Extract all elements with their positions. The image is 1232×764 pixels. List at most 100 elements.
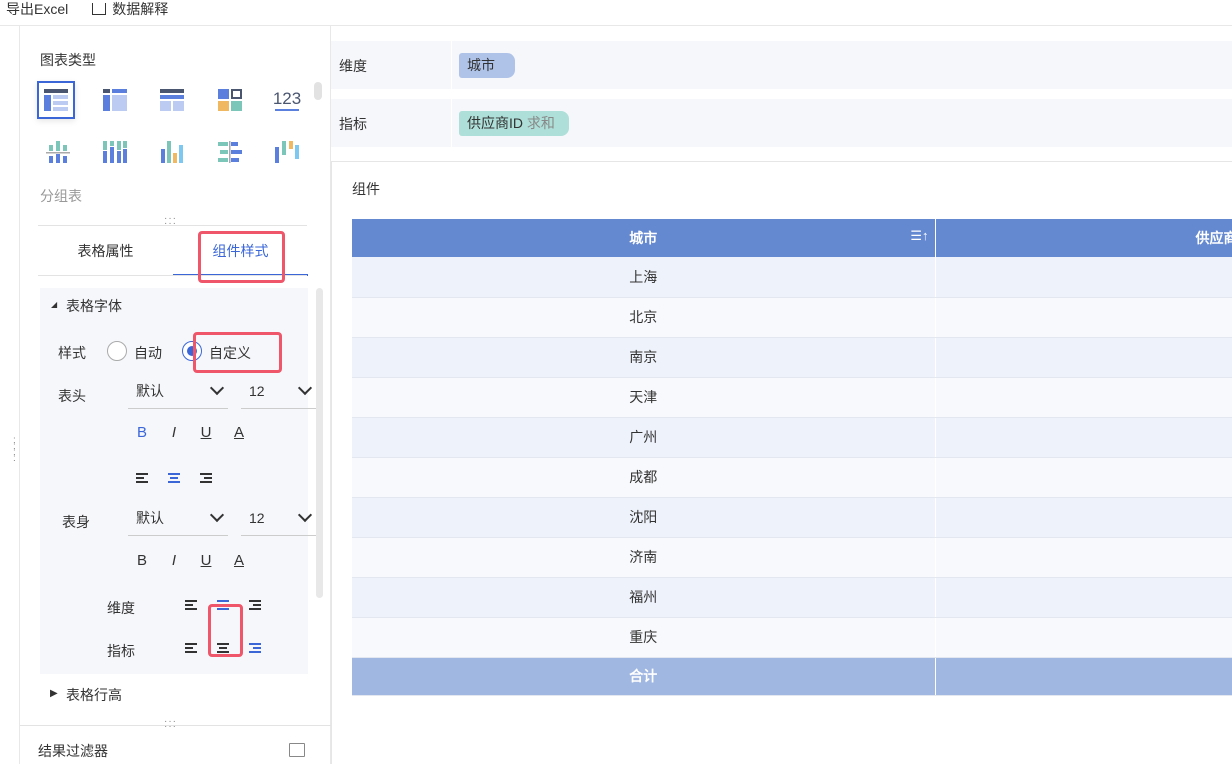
metric-label: 指标 — [339, 116, 367, 132]
font-section-title[interactable]: 表格字体 — [66, 296, 122, 316]
dimension-align-left-icon[interactable] — [185, 600, 199, 612]
chart-type-cross-table[interactable] — [101, 86, 129, 114]
table-row: 南京 — [352, 337, 1232, 378]
cell-supplier — [935, 577, 1232, 618]
column-header-city[interactable]: 城市 ☰↑ — [352, 219, 936, 257]
data-explain-button[interactable]: 数据解释 — [112, 0, 168, 19]
chart-type-grouped-bar[interactable] — [44, 138, 72, 166]
expand-triangle-icon[interactable]: ▶ — [50, 688, 58, 699]
metric-align-label: 指标 — [107, 643, 135, 659]
cell-city: 上海 — [352, 257, 936, 298]
header-italic-button[interactable]: I — [165, 424, 183, 441]
component-panel: 组件 城市 ☰↑ 供应商 上海 北京 南京 天津 广州 成都 沈阳 济南 福州 重庆 合计 — [331, 161, 1232, 764]
chart-type-bar[interactable] — [158, 138, 186, 166]
dimension-align-right-icon[interactable] — [249, 600, 263, 612]
chart-type-grouped-table[interactable] — [37, 81, 75, 119]
filter-title: 结果过滤器 — [38, 743, 108, 759]
body-italic-button[interactable]: I — [165, 552, 183, 569]
table-row: 福州 — [352, 577, 1232, 618]
drag-handle[interactable]: : :: : — [13, 436, 19, 464]
table-row: 沈阳 — [352, 497, 1232, 538]
cell-city: 济南 — [352, 537, 936, 578]
total-row: 合计 — [352, 657, 1232, 696]
header-bold-button[interactable]: B — [133, 424, 151, 441]
cell-city: 成都 — [352, 457, 936, 498]
chart-type-kpi-card[interactable] — [216, 86, 244, 114]
resize-handle[interactable]: ··· ··· — [164, 717, 177, 732]
cell-supplier — [935, 457, 1232, 498]
highlight-box — [198, 231, 285, 283]
header-underline-button[interactable]: U — [197, 424, 215, 441]
row-height-title[interactable]: 表格行高 — [66, 685, 122, 705]
header-font-select[interactable]: 默认 — [128, 379, 228, 409]
chart-type-number[interactable]: 123 — [273, 86, 301, 114]
header-text: 城市 — [629, 230, 658, 246]
body-underline-button[interactable]: U — [197, 552, 215, 569]
settings-scrollbar[interactable] — [316, 288, 323, 598]
chart-type-stacked-bar[interactable] — [101, 138, 129, 166]
metric-pill[interactable]: 供应商ID 求和 — [459, 111, 569, 136]
header-align-center-icon[interactable] — [168, 473, 182, 485]
chart-type-detail-table[interactable] — [158, 86, 186, 114]
table-row: 上海 — [352, 257, 1232, 298]
chevron-down-icon — [297, 507, 313, 523]
chevron-down-icon — [297, 380, 313, 396]
body-font-select[interactable]: 默认 — [128, 506, 228, 536]
highlight-box — [193, 332, 282, 373]
chart-type-diverging-bar[interactable] — [216, 138, 244, 166]
body-size-value: 12 — [249, 510, 265, 526]
header-align-right-icon[interactable] — [200, 473, 214, 485]
sort-icon[interactable]: ☰↑ — [910, 228, 928, 244]
table-row: 广州 — [352, 417, 1232, 458]
body-size-select[interactable]: 12 — [241, 506, 316, 536]
header-size-select[interactable]: 12 — [241, 379, 316, 409]
header-color-button[interactable]: A — [230, 424, 248, 441]
radio-auto[interactable] — [107, 341, 127, 361]
metric-align-center-icon[interactable] — [217, 643, 231, 655]
chart-type-waterfall[interactable] — [273, 138, 301, 166]
cell-city: 广州 — [352, 417, 936, 458]
body-font-value: 默认 — [136, 510, 164, 526]
header-label: 表头 — [58, 388, 86, 404]
header-align-left-icon[interactable] — [136, 473, 150, 485]
style-label: 样式 — [58, 345, 86, 361]
chevron-down-icon — [209, 380, 225, 396]
table-row: 天津 — [352, 377, 1232, 418]
dimension-align-label: 维度 — [107, 600, 135, 616]
cell-supplier — [935, 337, 1232, 378]
font-section: ◢ 表格字体 样式 自动 自定义 表头 默认 12 B I U A 表身 默认 … — [40, 288, 316, 674]
body-bold-button[interactable]: B — [133, 552, 151, 569]
cell-city: 重庆 — [352, 617, 936, 658]
cell-supplier — [935, 617, 1232, 658]
total-value — [935, 657, 1232, 696]
column-header-supplier[interactable]: 供应商 — [935, 219, 1232, 257]
table-row: 重庆 — [352, 617, 1232, 658]
export-excel-button[interactable]: 导出Excel — [6, 0, 68, 19]
left-strip: : :: : — [0, 26, 20, 764]
component-title: 组件 — [352, 181, 380, 197]
body-color-button[interactable]: A — [230, 552, 248, 569]
table-row: 济南 — [352, 537, 1232, 578]
metric-row: 指标 供应商ID 求和 — [331, 99, 1232, 147]
metric-align-left-icon[interactable] — [185, 643, 199, 655]
metric-aggregation: 求和 — [526, 115, 555, 131]
total-label: 合计 — [352, 657, 936, 696]
dimension-label: 维度 — [339, 58, 367, 74]
header-font-value: 默认 — [136, 383, 164, 399]
toolbar: 导出Excel 数据解释 — [0, 0, 1232, 26]
dimension-pill[interactable]: 城市 — [459, 53, 515, 78]
cell-city: 福州 — [352, 577, 936, 618]
radio-auto-label[interactable]: 自动 — [134, 343, 162, 363]
body-label: 表身 — [62, 514, 90, 530]
cell-supplier — [935, 377, 1232, 418]
cell-supplier — [935, 417, 1232, 458]
data-explain-icon — [92, 2, 107, 15]
metric-align-right-icon[interactable] — [249, 643, 263, 655]
tab-table-properties[interactable]: 表格属性 — [38, 226, 173, 276]
chart-types-scrollbar[interactable] — [314, 82, 322, 100]
filter-icon[interactable] — [289, 743, 305, 757]
cell-city: 沈阳 — [352, 497, 936, 538]
cell-city: 天津 — [352, 377, 936, 418]
collapse-triangle-icon[interactable]: ◢ — [51, 300, 57, 309]
data-table: 城市 ☰↑ 供应商 上海 北京 南京 天津 广州 成都 沈阳 济南 福州 重庆 合计 — [352, 219, 1232, 696]
